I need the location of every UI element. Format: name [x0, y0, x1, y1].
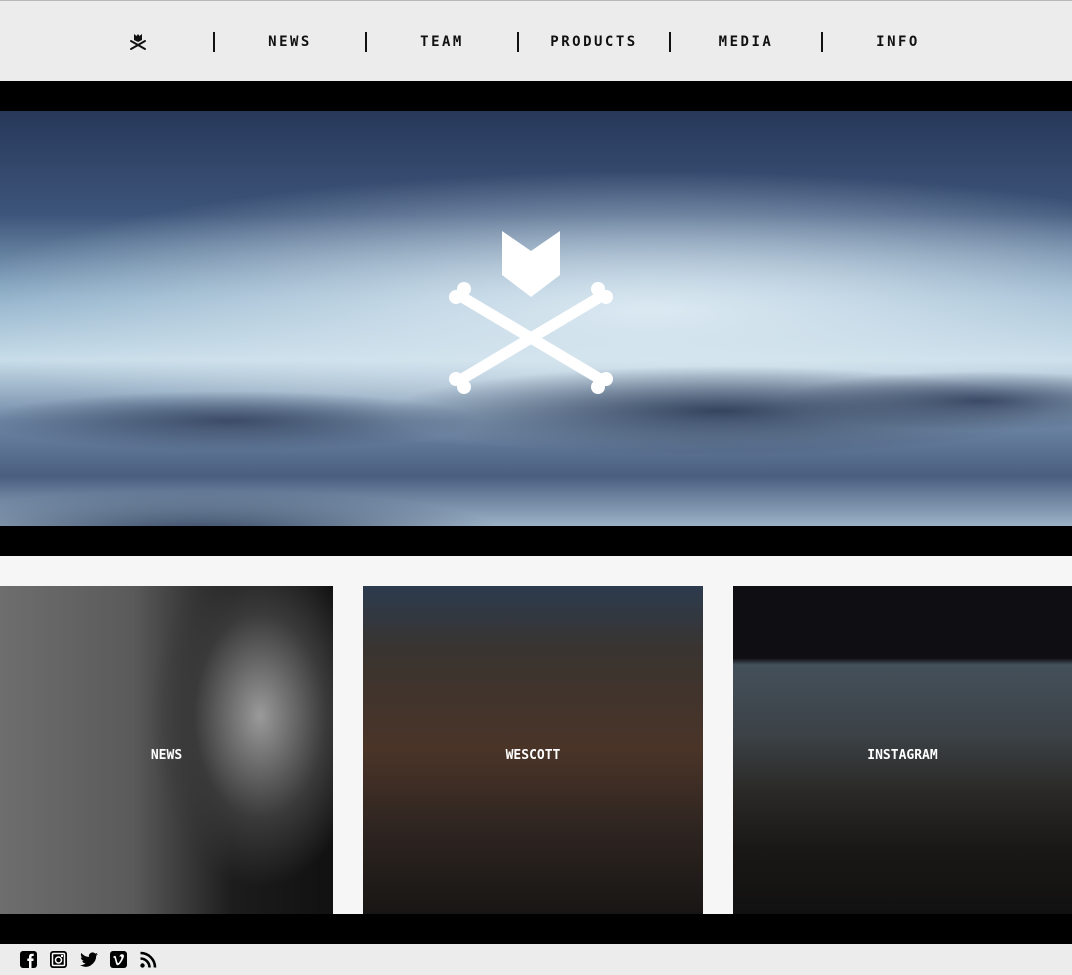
tile-label: WESCOTT — [505, 748, 561, 763]
nav-products[interactable]: PRODUCTS — [518, 31, 670, 53]
nav-news[interactable]: NEWS — [214, 31, 366, 53]
skull-crossbones-logo — [130, 34, 146, 50]
hero-bottom-band — [0, 526, 1072, 556]
twitter-icon[interactable] — [79, 950, 98, 969]
nav-team[interactable]: TEAM — [366, 31, 518, 53]
home-logo-link[interactable] — [62, 31, 214, 53]
nav-info[interactable]: INFO — [822, 31, 974, 53]
facebook-icon[interactable] — [19, 950, 38, 969]
rss-icon[interactable] — [139, 950, 158, 969]
footer — [0, 944, 1072, 975]
hero-top-band — [0, 81, 1072, 111]
tile-wescott[interactable]: WESCOTT — [363, 586, 703, 914]
tile-news[interactable]: NEWS — [0, 586, 333, 914]
tile-label: NEWS — [150, 748, 183, 763]
footer-band — [0, 914, 1072, 944]
instagram-icon[interactable] — [49, 950, 68, 969]
crossbones-shield-logo — [449, 231, 613, 394]
top-nav: NEWS TEAM PRODUCTS MEDIA INFO — [0, 0, 1072, 81]
hero-banner — [0, 111, 1072, 526]
nav-media[interactable]: MEDIA — [670, 31, 822, 53]
tile-instagram[interactable]: INSTAGRAM — [733, 586, 1072, 914]
vimeo-icon[interactable] — [109, 950, 128, 969]
tile-label: INSTAGRAM — [867, 748, 938, 763]
